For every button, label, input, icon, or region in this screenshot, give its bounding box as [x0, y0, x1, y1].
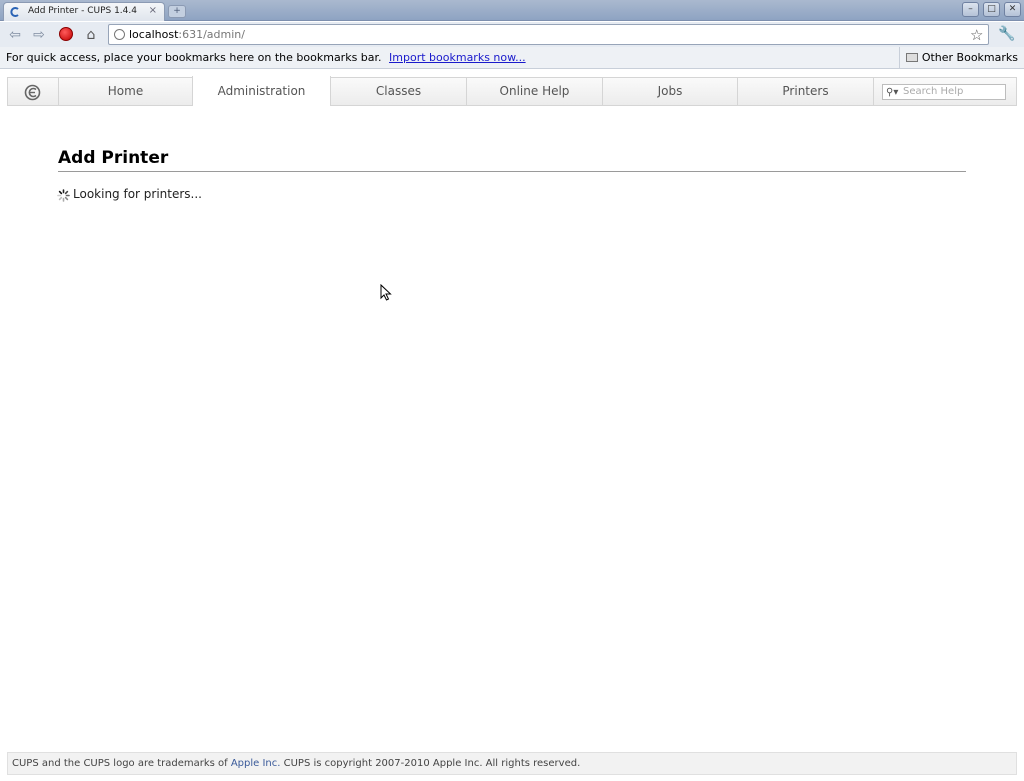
stop-icon[interactable] — [59, 27, 73, 41]
tab-close-icon[interactable]: × — [149, 5, 157, 16]
import-bookmarks-link[interactable]: Import bookmarks now... — [389, 51, 526, 64]
browser-window: Add Printer - CUPS 1.4.4 × + – □ ✕ ⇦ ⇨ ⌂… — [0, 0, 1024, 781]
minimize-button[interactable]: – — [962, 2, 979, 17]
bookmarks-bar: For quick access, place your bookmarks h… — [0, 47, 1024, 69]
bookmark-star-icon[interactable]: ☆ — [970, 26, 983, 44]
cups-navigation: Home Administration Classes Online Help … — [7, 76, 1017, 106]
bookmarks-prompt: For quick access, place your bookmarks h… — [6, 51, 382, 64]
nav-home[interactable]: Home — [59, 78, 193, 105]
close-window-button[interactable]: ✕ — [1004, 2, 1021, 17]
browser-tab[interactable]: Add Printer - CUPS 1.4.4 × — [3, 2, 165, 21]
search-placeholder: Search Help — [903, 86, 964, 97]
loading-spinner-icon — [57, 189, 70, 202]
apple-link[interactable]: Apple Inc. — [231, 758, 281, 769]
search-icon: ⚲▾ — [886, 87, 899, 98]
wrench-icon[interactable]: 🔧 — [998, 26, 1015, 42]
url-host: localhost — [129, 28, 179, 41]
other-bookmarks-button[interactable]: Other Bookmarks — [898, 47, 1018, 69]
footer-text-start: CUPS and the CUPS logo are trademarks of — [12, 758, 231, 769]
folder-icon — [905, 53, 918, 62]
cups-favicon-icon — [10, 7, 19, 17]
globe-icon — [114, 29, 125, 40]
nav-online-help[interactable]: Online Help — [467, 78, 603, 105]
back-arrow-icon[interactable]: ⇦ — [5, 25, 25, 45]
tab-title: Add Printer - CUPS 1.4.4 — [28, 6, 137, 16]
page-title: Add Printer — [58, 148, 169, 168]
nav-jobs[interactable]: Jobs — [603, 78, 738, 105]
nav-classes[interactable]: Classes — [331, 78, 467, 105]
new-tab-button[interactable]: + — [168, 5, 186, 18]
footer-text-end: CUPS is copyright 2007-2010 Apple Inc. A… — [280, 758, 581, 769]
nav-printers[interactable]: Printers — [738, 78, 874, 105]
cups-logo-icon — [24, 84, 41, 101]
maximize-button[interactable]: □ — [983, 2, 1000, 17]
title-divider — [58, 171, 966, 172]
home-icon[interactable]: ⌂ — [81, 25, 101, 45]
url-path: :631/admin/ — [178, 28, 245, 41]
url-input[interactable]: localhost:631/admin/ — [108, 24, 989, 45]
nav-administration[interactable]: Administration — [192, 76, 331, 106]
status-text: Looking for printers... — [73, 187, 202, 201]
other-bookmarks-label: Other Bookmarks — [921, 51, 1018, 64]
cups-logo[interactable] — [8, 78, 59, 105]
footer: CUPS and the CUPS logo are trademarks of… — [7, 752, 1017, 775]
tab-strip: Add Printer - CUPS 1.4.4 × + – □ ✕ — [0, 0, 1024, 21]
forward-arrow-icon[interactable]: ⇨ — [29, 25, 49, 45]
search-help-input[interactable]: ⚲▾ Search Help — [882, 84, 1006, 100]
mouse-cursor-icon — [380, 284, 392, 301]
